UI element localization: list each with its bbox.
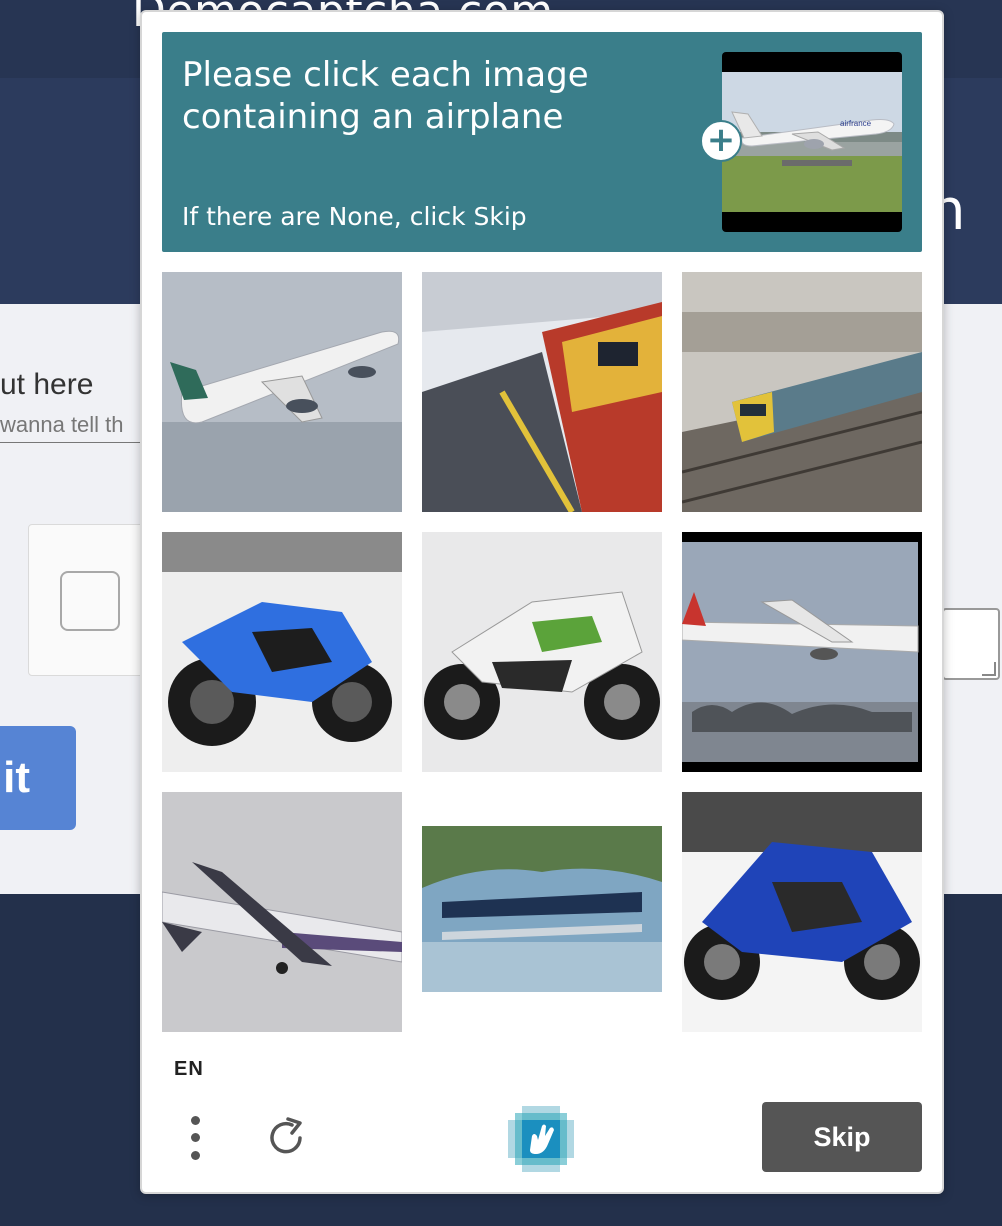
image-tile-train[interactable]	[422, 272, 662, 512]
example-image[interactable]: airfrance	[722, 52, 902, 232]
captcha-challenge-dialog: Please click each image containing an ai…	[140, 10, 944, 1194]
refresh-icon[interactable]	[262, 1114, 310, 1162]
airplane-picture	[162, 792, 402, 1032]
challenge-prompt: Please click each image containing an ai…	[162, 32, 922, 252]
image-tile-airplane[interactable]	[162, 792, 402, 1032]
prompt-subtitle: If there are None, click Skip	[182, 202, 527, 231]
skip-button[interactable]: Skip	[762, 1102, 922, 1172]
svg-text:airfrance: airfrance	[840, 119, 872, 128]
hcaptcha-logo-icon	[508, 1106, 574, 1172]
prompt-title: Please click each image containing an ai…	[182, 55, 589, 137]
example-airplane-picture: airfrance	[722, 72, 902, 212]
textarea-field[interactable]	[942, 608, 1000, 680]
language-selector[interactable]: EN	[174, 1058, 204, 1081]
image-tile-seaplane[interactable]	[422, 792, 662, 1032]
message-input[interactable]: wanna tell th	[0, 412, 140, 443]
image-grid	[162, 272, 922, 1032]
image-tile-airplane[interactable]	[682, 532, 922, 772]
more-vertical-icon[interactable]	[184, 1112, 208, 1164]
airplane-picture	[682, 532, 922, 772]
motorcycle-picture	[422, 532, 662, 772]
image-tile-motorcycle[interactable]	[162, 532, 402, 772]
submit-button[interactable]: it	[0, 726, 76, 830]
seaplane-picture	[422, 792, 662, 1032]
image-tile-motorcycle[interactable]	[422, 532, 662, 772]
motorcycle-picture	[682, 792, 922, 1032]
field-label: ut here	[0, 368, 94, 401]
image-tile-motorcycle[interactable]	[682, 792, 922, 1032]
captcha-checkbox[interactable]	[60, 571, 120, 631]
image-tile-train[interactable]	[682, 272, 922, 512]
expand-example-button[interactable]: +	[700, 120, 742, 162]
train-picture	[682, 272, 922, 512]
motorcycle-picture	[162, 532, 402, 772]
train-picture	[422, 272, 662, 512]
airplane-picture	[162, 272, 402, 512]
image-tile-airplane[interactable]	[162, 272, 402, 512]
